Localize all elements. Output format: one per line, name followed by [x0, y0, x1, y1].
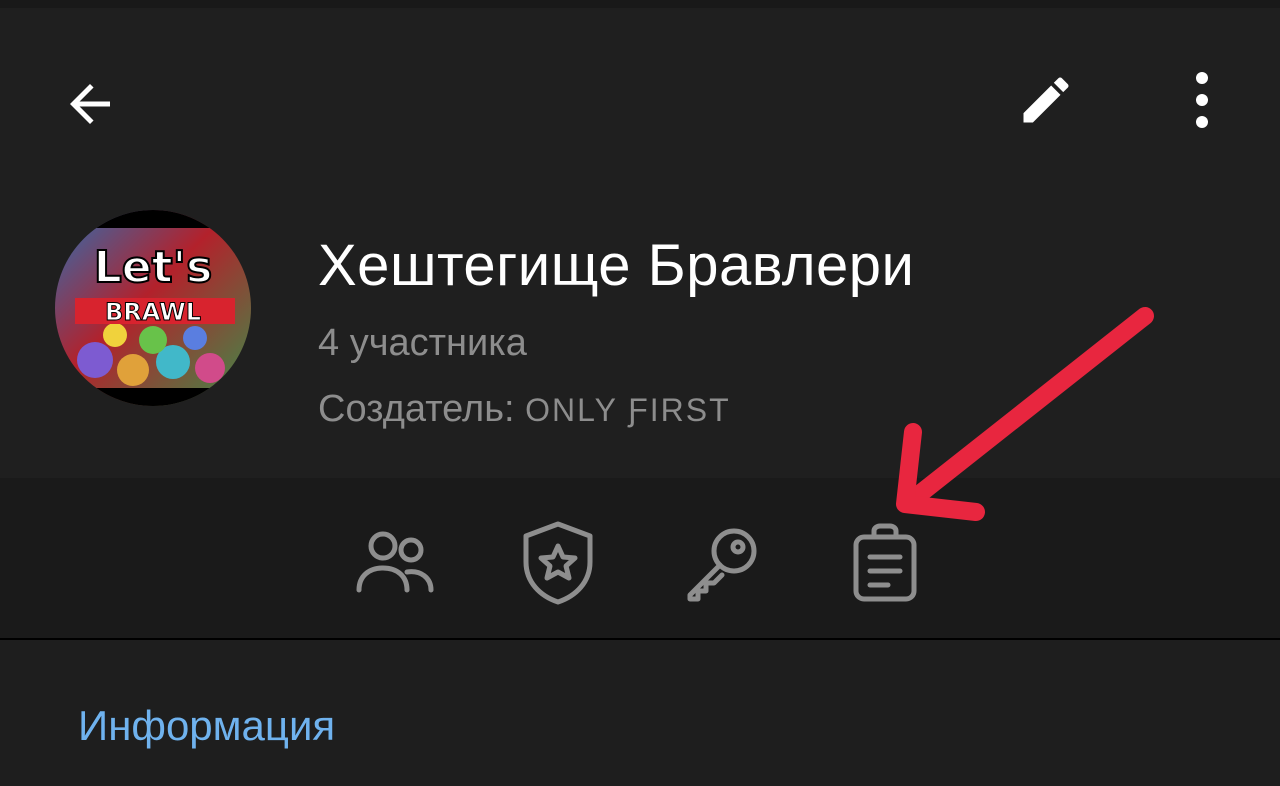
event-log-clipboard-icon: [853, 523, 917, 602]
administrators-button[interactable]: [513, 518, 603, 608]
edit-button[interactable]: [1006, 60, 1086, 140]
creator-line: Создатель: ONLY ƑIRST: [318, 388, 731, 431]
group-title: Хештегище Бравлери: [318, 233, 915, 298]
key-icon: [687, 528, 757, 602]
status-bar-strip: [0, 0, 1280, 8]
admin-shield-icon: [523, 521, 593, 605]
group-actions-bar: [0, 478, 1280, 640]
more-vertical-icon: [1196, 72, 1208, 128]
avatar-text-bottom: BRAWL: [105, 298, 201, 326]
group-avatar[interactable]: Let's BRAWL: [55, 210, 251, 406]
creator-label: Создатель:: [318, 388, 526, 430]
more-options-button[interactable]: [1162, 60, 1242, 140]
members-icon: [356, 531, 434, 593]
avatar-text-top: Let's: [94, 242, 213, 293]
info-section: Информация: [0, 640, 1280, 786]
profile-header: Let's BRAWL Хештегище Бравлери 4 участни…: [0, 0, 1280, 478]
members-button[interactable]: [350, 518, 440, 608]
group-profile-screen: Let's BRAWL Хештегище Бравлери 4 участни…: [0, 0, 1280, 786]
info-section-title: Информация: [78, 702, 336, 749]
arrow-left-icon: [70, 84, 110, 124]
pencil-icon: [1023, 77, 1069, 123]
creator-name[interactable]: ONLY ƑIRST: [525, 392, 731, 428]
members-count: 4 участника: [318, 322, 527, 364]
event-log-button[interactable]: [840, 518, 930, 608]
permissions-button[interactable]: [677, 518, 767, 608]
back-button[interactable]: [50, 64, 130, 144]
